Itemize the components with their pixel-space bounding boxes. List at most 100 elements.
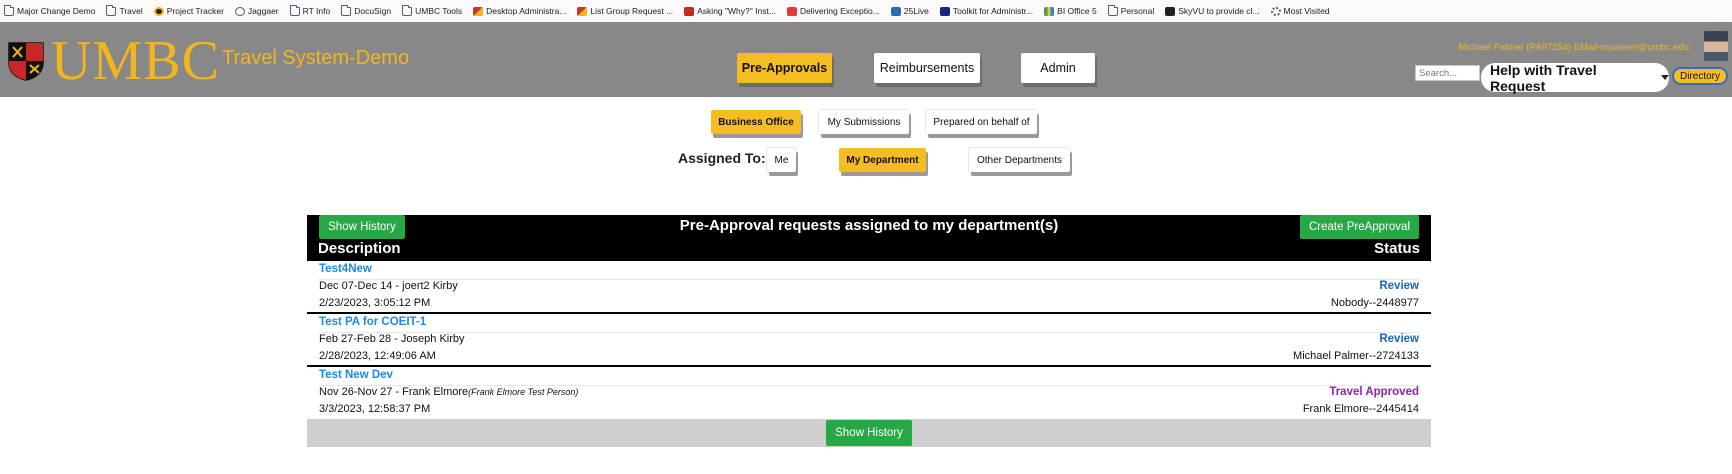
request-dates-wrapper: Nov 26-Nov 27 - Frank Elmore(Frank Elmor…	[319, 386, 578, 398]
bookmark-list-group-request[interactable]: List Group Request ...	[577, 6, 673, 16]
help-label: Help with Travel Request	[1490, 61, 1597, 94]
bookmark-asking-why[interactable]: Asking "Why?" Inst...	[684, 6, 776, 16]
request-timestamp: 2/28/2023, 12:49:06 AM	[319, 350, 436, 362]
avatar[interactable]	[1704, 31, 1728, 61]
caret-down-icon	[1661, 75, 1669, 80]
request-title-link[interactable]: Test4New	[319, 263, 372, 275]
pre-approval-requests-panel: Show History Pre-Approval requests assig…	[307, 215, 1431, 447]
request-dates: Dec 07-Dec 14 - joert2 Kirby	[319, 280, 458, 292]
show-history-footer-button[interactable]: Show History	[826, 420, 912, 446]
bookmarks-bar: Major Change Demo Travel Project Tracker…	[0, 0, 1732, 22]
table-row[interactable]: Test New Dev Nov 26-Nov 27 - Frank Elmor…	[307, 367, 1431, 420]
bookmark-umbc-tools[interactable]: UMBC Tools	[402, 4, 463, 16]
25live-icon	[890, 6, 901, 16]
bookmark-label: Major Change Demo	[17, 6, 96, 16]
bookmark-travel[interactable]: Travel	[106, 4, 143, 16]
bookmark-project-tracker[interactable]: Project Tracker	[153, 6, 224, 16]
bookmark-label: Delivering Exceptio...	[799, 6, 880, 16]
bookmark-label: 25Live	[903, 6, 929, 16]
request-title-link[interactable]: Test New Dev	[319, 369, 393, 381]
request-dates: Feb 27-Feb 28 - Joseph Kirby	[319, 333, 465, 345]
assigned-my-department-button[interactable]: My Department	[839, 148, 926, 172]
bookmark-delivering-exceptio[interactable]: Delivering Exceptio...	[786, 6, 880, 16]
bookmark-label: Project Tracker	[166, 6, 224, 16]
filter-prepared-on-behalf-button[interactable]: Prepared on behalf of	[926, 110, 1037, 134]
column-header-status: Status	[1374, 240, 1420, 257]
umbc-logo-text: UMBC	[51, 30, 220, 92]
assigned-me-button[interactable]: Me	[767, 148, 796, 172]
bookmark-rt-info[interactable]: RT Info	[289, 4, 331, 16]
bookmark-label: Jaggaer	[247, 6, 279, 16]
status-review-link[interactable]: Review	[1379, 333, 1419, 345]
bookmark-jaggaer[interactable]: Jaggaer	[234, 6, 279, 16]
folder-icon	[1107, 4, 1118, 16]
request-assignee: Michael Palmer--2724133	[1293, 350, 1419, 362]
bookmark-most-visited[interactable]: Most Visited	[1270, 6, 1330, 16]
user-info: Michael Palmer (PA97254) EMail-mpalmer@u…	[1458, 42, 1689, 53]
bookmark-label: Toolkit for Administr...	[952, 6, 1034, 16]
help-travel-request-dropdown[interactable]: Help with Travel Request	[1481, 61, 1669, 94]
bookmark-major-change-demo[interactable]: Major Change Demo	[4, 4, 96, 16]
assigned-to-label: Assigned To:	[678, 150, 766, 166]
panel-title: Pre-Approval requests assigned to my dep…	[679, 217, 1059, 234]
bookmark-25live[interactable]: 25Live	[890, 6, 929, 16]
bookmark-personal[interactable]: Personal	[1107, 4, 1155, 16]
v-icon	[1165, 6, 1176, 16]
bookmark-label: Asking "Why?" Inst...	[697, 6, 776, 16]
x-icon	[939, 6, 950, 16]
system-title: Travel System-Demo	[222, 47, 410, 69]
umbc-icon	[153, 6, 164, 16]
bookmark-label: Desktop Administra...	[486, 6, 567, 16]
panel-header: Show History Pre-Approval requests assig…	[307, 215, 1431, 261]
request-dates: Nov 26-Nov 27 - Frank Elmore	[319, 386, 469, 398]
row-divider	[319, 332, 1419, 333]
shield-icon	[473, 6, 484, 16]
request-title-link[interactable]: Test PA for COEIT-1	[319, 316, 426, 328]
folder-icon	[289, 4, 300, 16]
bookmark-label: Personal	[1120, 6, 1155, 16]
request-note: (Frank Elmore Test Person)	[468, 387, 579, 397]
bookmark-label: RT Info	[302, 6, 331, 16]
folder-icon	[106, 4, 117, 16]
request-assignee: Frank Elmore--2445414	[1302, 403, 1419, 415]
table-row[interactable]: Test4New Dec 07-Dec 14 - joert2 Kirby 2/…	[307, 261, 1431, 314]
nav-admin-button[interactable]: Admin	[1021, 53, 1095, 83]
folder-icon	[4, 4, 14, 16]
request-assignee: Nobody--2448977	[1330, 297, 1419, 309]
bookmark-label: Travel	[119, 6, 143, 16]
table-row[interactable]: Test PA for COEIT-1 Feb 27-Feb 28 - Jose…	[307, 314, 1431, 367]
nav-pre-approvals-button[interactable]: Pre-Approvals	[737, 53, 832, 83]
request-timestamp: 2/23/2023, 3:05:12 PM	[319, 297, 431, 309]
filter-my-submissions-button[interactable]: My Submissions	[819, 110, 909, 134]
bookmark-label: SkyVU to provide cl...	[1178, 6, 1260, 16]
bookmark-label: List Group Request ...	[590, 6, 674, 16]
umbc-shield-logo	[8, 42, 44, 81]
column-header-description: Description	[318, 240, 401, 257]
bookmark-skyvu[interactable]: SkyVU to provide cl...	[1165, 6, 1260, 16]
status-review-link[interactable]: Review	[1379, 280, 1419, 292]
filter-business-office-button[interactable]: Business Office	[711, 110, 801, 134]
bookmark-label: DocuSign	[354, 6, 392, 16]
create-preapproval-button[interactable]: Create PreApproval	[1300, 215, 1419, 239]
bookmark-toolkit[interactable]: Toolkit for Administr...	[939, 6, 1034, 16]
panel-footer: Show History	[307, 419, 1431, 447]
bookmark-label: UMBC Tools	[415, 6, 463, 16]
directory-button[interactable]: Directory	[1672, 67, 1728, 85]
request-timestamp: 3/3/2023, 12:58:37 PM	[319, 403, 431, 415]
e-icon	[684, 6, 695, 16]
folder-icon	[341, 4, 352, 16]
status-approved-link[interactable]: Travel Approved	[1329, 386, 1419, 398]
search-input[interactable]	[1415, 65, 1480, 81]
youtube-icon	[786, 6, 797, 16]
bookmark-docusign[interactable]: DocuSign	[341, 4, 392, 16]
row-divider	[319, 279, 1419, 280]
bookmark-bi-office[interactable]: BI Office 5	[1044, 6, 1097, 16]
nav-reimbursements-button[interactable]: Reimbursements	[874, 53, 980, 83]
gear-icon	[1270, 6, 1281, 16]
globe-icon	[234, 6, 245, 16]
shield-icon	[577, 6, 588, 16]
assigned-other-departments-button[interactable]: Other Departments	[969, 148, 1070, 172]
folder-icon	[402, 4, 413, 16]
bookmark-desktop-administra[interactable]: Desktop Administra...	[473, 6, 566, 16]
bookmark-label: Most Visited	[1283, 6, 1330, 16]
